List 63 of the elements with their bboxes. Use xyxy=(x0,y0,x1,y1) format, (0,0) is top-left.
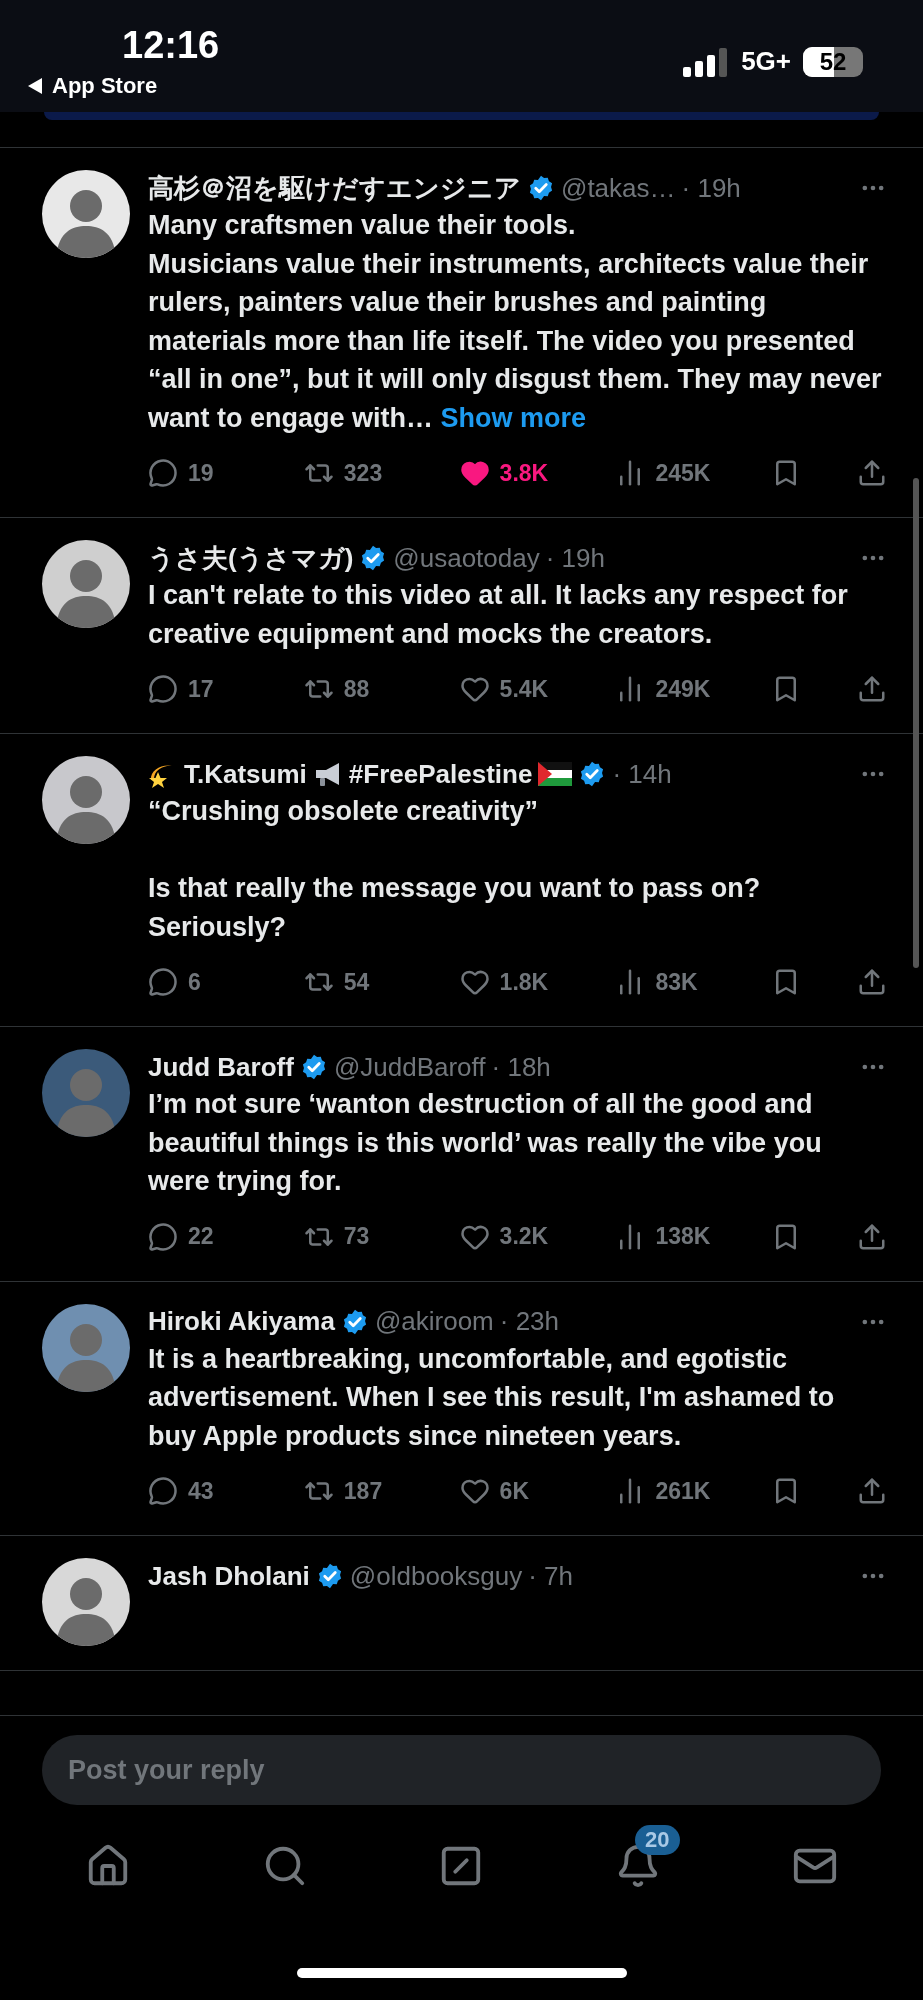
share-button[interactable] xyxy=(857,1476,887,1506)
views-button[interactable]: 83K xyxy=(615,967,716,997)
speech-bubble-icon xyxy=(148,458,178,488)
like-button[interactable]: 6K xyxy=(459,1476,560,1506)
reply-button[interactable]: 43 xyxy=(148,1476,248,1506)
repost-button[interactable]: 323 xyxy=(303,458,404,488)
post-time: · 19h xyxy=(681,172,741,204)
clock: 12:16 xyxy=(122,24,220,67)
views-button[interactable]: 261K xyxy=(615,1476,716,1506)
like-button[interactable]: 5.4K xyxy=(459,674,560,704)
reply-button[interactable]: 19 xyxy=(148,458,248,488)
user-handle[interactable]: @usaotoday xyxy=(393,542,540,574)
author-name[interactable]: Judd Baroff xyxy=(148,1051,294,1083)
views-button[interactable]: 249K xyxy=(615,674,716,704)
repost-button[interactable]: 73 xyxy=(303,1221,404,1252)
reply-text: Many craftsmen value their tools. Musicians value their instruments, architects value their rulers, painters value their brushes and painting materials more than life itself. The video you presented “all in one”, but it will only disgust them. They may never want to engage with… Show more xyxy=(148,209,883,435)
like-button[interactable]: 1.8K xyxy=(459,967,560,997)
share-button[interactable] xyxy=(857,967,887,997)
repost-button[interactable]: 187 xyxy=(303,1476,404,1506)
post-time: · 23h xyxy=(499,1306,560,1337)
speech-bubble-icon xyxy=(148,1221,178,1252)
reply-text: I can't relate to this video at all. It lacks any respect for creative equipment and mocks the creators. xyxy=(148,579,849,651)
reply-button[interactable]: 6 xyxy=(148,967,248,997)
notification-count: 20 xyxy=(635,1825,680,1855)
post-time: · 18h xyxy=(491,1051,551,1083)
author-name[interactable]: うさ夫(うさマガ) xyxy=(148,540,354,576)
battery-icon: 52 xyxy=(803,46,863,77)
share-button[interactable] xyxy=(857,458,887,488)
repost-button[interactable]: 54 xyxy=(303,967,404,997)
user-handle[interactable]: @akiroom xyxy=(374,1306,494,1337)
reply-text: “Crushing obsolete creativity” Is that really the message you want to pass on? Seriously? xyxy=(148,795,762,944)
signal-icon xyxy=(683,46,730,77)
reply-text: It is a heartbreaking, uncomfortable, and egotistic advertisement. When I see this result, I'm ashamed to buy Apple products since nineteen years. xyxy=(148,1342,836,1453)
author-name[interactable]: T.Katsumi xyxy=(184,758,307,790)
author-name[interactable]: #FreePalestine xyxy=(348,758,533,790)
user-handle[interactable]: @oldbooksguy xyxy=(349,1560,523,1592)
reply-button[interactable]: 17 xyxy=(148,674,248,704)
reply-text: I’m not sure ‘wanton destruction of all the good and beautiful things is this world’ was really the vibe you were trying for. xyxy=(148,1088,823,1198)
post-time: · 19h xyxy=(545,542,605,574)
author-name[interactable]: 高杉＠沼を駆けだすエンジニア xyxy=(148,170,521,206)
reply-field[interactable]: Post your reply xyxy=(42,1735,881,1805)
post-time: · 14h xyxy=(612,758,672,790)
like-button[interactable]: 3.8K xyxy=(459,458,560,488)
views-button[interactable]: 138K xyxy=(615,1221,716,1252)
like-button[interactable]: 3.2K xyxy=(459,1221,560,1252)
user-handle[interactable]: @takas… xyxy=(561,172,676,204)
flag-icon xyxy=(538,762,573,786)
network-label: 5G+ xyxy=(741,46,791,77)
post-time: · 7h xyxy=(528,1560,574,1592)
show-more-link[interactable]: Show more xyxy=(440,402,587,433)
repost-button[interactable]: 88 xyxy=(303,674,404,704)
share-button[interactable] xyxy=(857,674,887,704)
speech-bubble-icon xyxy=(148,967,178,997)
back-link[interactable]: App Store xyxy=(26,73,158,99)
author-name[interactable]: Jash Dholani xyxy=(148,1560,310,1592)
author-name[interactable]: Hiroki Akiyama xyxy=(148,1306,335,1337)
notifications-tab[interactable]: 20 xyxy=(615,1825,686,1889)
reply-button[interactable]: 22 xyxy=(148,1221,248,1252)
speech-bubble-icon xyxy=(148,1476,178,1506)
views-button[interactable]: 245K xyxy=(615,458,716,488)
user-handle[interactable]: @JuddBaroff xyxy=(333,1051,486,1083)
speech-bubble-icon xyxy=(148,674,178,704)
back-arrow-icon xyxy=(26,77,44,95)
